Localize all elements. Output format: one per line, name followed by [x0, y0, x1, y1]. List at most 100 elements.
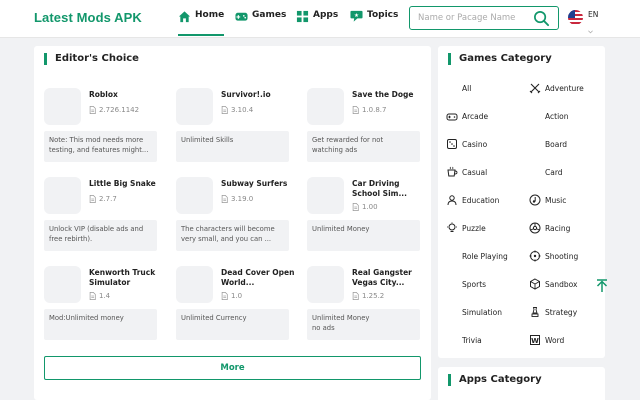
- app-thumbnail[interactable]: [307, 88, 344, 125]
- joystick-icon-wrap: [446, 110, 458, 122]
- search-input[interactable]: [418, 11, 530, 25]
- category-shooting[interactable]: Shooting: [529, 250, 578, 262]
- app-version-text: 1.25.2: [362, 292, 385, 300]
- app-card[interactable]: Subway Surfers 3.19.0 The characters will …: [176, 177, 289, 255]
- app-card[interactable]: Little Big Snake 2.7.7 Unlock VIP (disable…: [44, 177, 157, 255]
- icon-spacer: [529, 110, 541, 122]
- app-title[interactable]: Kenworth Truck Simulator: [89, 268, 164, 288]
- app-card[interactable]: Roblox 2.726.1142 Note: This mod needs mor…: [44, 88, 157, 166]
- category-action[interactable]: Action: [529, 110, 569, 122]
- file-icon: [89, 292, 96, 300]
- editors-choice-panel: Editor's Choice Roblox 2.726.1142 Note: Th…: [34, 46, 431, 400]
- category-card[interactable]: Card: [529, 166, 563, 178]
- target-icon-wrap: [529, 250, 541, 262]
- icon-spacer: [446, 278, 458, 290]
- games-category-panel: Games Category All Adventure Arcade Action C…: [438, 46, 605, 358]
- app-card[interactable]: Survivor!.io 3.10.4 Unlimited Skills: [176, 88, 289, 166]
- more-button[interactable]: More: [44, 356, 421, 380]
- nav-games[interactable]: Games: [235, 10, 286, 36]
- app-title[interactable]: Subway Surfers: [221, 179, 296, 189]
- app-thumbnail[interactable]: [176, 177, 213, 214]
- category-label: Education: [462, 195, 500, 205]
- app-version-text: 1.4: [99, 292, 111, 300]
- app-mod-note: Get rewarded for not watching ads: [307, 131, 420, 162]
- category-sandbox[interactable]: Sandbox: [529, 278, 577, 290]
- category-music[interactable]: Music: [529, 194, 566, 206]
- category-all[interactable]: All: [446, 82, 471, 94]
- svg-text:★: ★: [354, 12, 359, 19]
- swords-icon-wrap: [529, 82, 541, 94]
- app-thumbnail[interactable]: [176, 88, 213, 125]
- app-title[interactable]: Dead Cover Open World...: [221, 268, 296, 288]
- category-label: Action: [545, 111, 569, 121]
- category-casino[interactable]: Casino: [446, 138, 487, 150]
- category-word[interactable]: W Word: [529, 334, 564, 346]
- file-icon: [221, 292, 228, 300]
- us-flag-icon: [568, 10, 583, 25]
- category-strategy[interactable]: Strategy: [529, 306, 577, 318]
- joystick-icon: [446, 113, 458, 121]
- category-puzzle[interactable]: Puzzle: [446, 222, 486, 234]
- bulb-icon-wrap: [446, 222, 458, 234]
- apps-category-panel: Apps Category: [438, 367, 605, 400]
- chess-icon-wrap: [529, 306, 541, 318]
- file-icon: [352, 292, 359, 300]
- app-version-text: 2.726.1142: [99, 106, 140, 114]
- category-arcade[interactable]: Arcade: [446, 110, 488, 122]
- category-label: Card: [545, 167, 563, 177]
- app-thumbnail[interactable]: [307, 266, 344, 303]
- category-education[interactable]: Education: [446, 194, 499, 206]
- app-title[interactable]: Survivor!.io: [221, 90, 296, 100]
- app-mod-note: Unlimited Currency: [176, 309, 289, 340]
- dice-icon: [447, 139, 457, 149]
- app-version: 2.7.7: [89, 195, 117, 203]
- category-sports[interactable]: Sports: [446, 278, 486, 290]
- category-label: Puzzle: [462, 223, 486, 233]
- wheel-icon: [529, 222, 541, 234]
- file-icon: [89, 106, 96, 114]
- app-title[interactable]: Little Big Snake: [89, 179, 164, 189]
- app-title[interactable]: Roblox: [89, 90, 164, 100]
- app-thumbnail[interactable]: [176, 266, 213, 303]
- category-label: Racing: [545, 223, 571, 233]
- app-version: 1.00: [352, 203, 378, 211]
- app-card[interactable]: Kenworth Truck Simulator 1.4 Mod:Unlimited…: [44, 266, 157, 344]
- education-icon: [447, 195, 457, 206]
- category-role-playing[interactable]: Role Playing: [446, 250, 508, 262]
- app-mod-note: Unlock VIP (disable ads and free rebirth…: [44, 220, 157, 251]
- category-racing[interactable]: Racing: [529, 222, 570, 234]
- category-trivia[interactable]: Trivia: [446, 334, 482, 346]
- app-card[interactable]: Save the Doge 1.0.8.7 Get rewarded for not…: [307, 88, 420, 166]
- site-logo[interactable]: Latest Mods APK: [34, 10, 142, 25]
- category-simulation[interactable]: Simulation: [446, 306, 502, 318]
- app-thumbnail[interactable]: [44, 177, 81, 214]
- back-to-top-icon[interactable]: [592, 276, 612, 296]
- app-title[interactable]: Car Driving School Sim...: [352, 179, 427, 199]
- category-label: Adventure: [545, 83, 584, 93]
- category-board[interactable]: Board: [529, 138, 567, 150]
- app-mod-note: Unlimited Money: [307, 220, 420, 251]
- app-mod-note: Note: This mod needs more testing, and f…: [44, 131, 157, 162]
- search-icon[interactable]: [533, 10, 550, 27]
- nav-home[interactable]: Home: [178, 10, 225, 36]
- category-casual[interactable]: Casual: [446, 166, 487, 178]
- app-thumbnail[interactable]: [44, 266, 81, 303]
- category-adventure[interactable]: Adventure: [529, 82, 584, 94]
- app-mod-note: The characters will become very small, a…: [176, 220, 289, 251]
- nav-apps[interactable]: Apps: [296, 10, 338, 36]
- app-title[interactable]: Save the Doge: [352, 90, 427, 100]
- icon-spacer: [446, 306, 458, 318]
- app-thumbnail[interactable]: [44, 88, 81, 125]
- app-card[interactable]: Real Gangster Vegas City... 1.25.2 Unlimit…: [307, 266, 420, 344]
- music-icon: [529, 194, 541, 206]
- language-selector[interactable]: EN: [568, 10, 598, 38]
- app-card[interactable]: Car Driving School Sim... 1.00 Unlimited M…: [307, 177, 420, 255]
- nav-topics[interactable]: ★ Topics: [350, 10, 398, 36]
- category-label: Role Playing: [462, 251, 508, 261]
- app-card[interactable]: Dead Cover Open World... 1.0 Unlimited Cur…: [176, 266, 294, 344]
- app-version-text: 3.19.0: [231, 195, 254, 203]
- category-label: Trivia: [462, 335, 482, 345]
- chess-icon: [531, 307, 539, 317]
- app-title[interactable]: Real Gangster Vegas City...: [352, 268, 427, 288]
- app-thumbnail[interactable]: [307, 177, 344, 214]
